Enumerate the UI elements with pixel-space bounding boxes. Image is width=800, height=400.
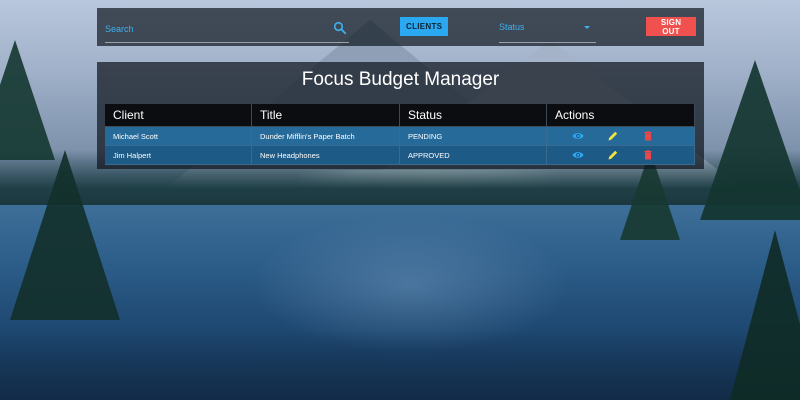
status-dropdown-label: Status xyxy=(499,22,525,32)
top-toolbar: CLIENTS Status SIGN OUT xyxy=(97,8,704,46)
status-dropdown[interactable]: Status xyxy=(499,18,596,43)
budgets-table: Client Title Status Actions Michael Scot… xyxy=(105,104,695,165)
cell-client: Michael Scott xyxy=(105,126,252,146)
pine-tree xyxy=(10,150,120,320)
table-row: Jim Halpert New Headphones APPROVED xyxy=(105,145,695,165)
column-header-client: Client xyxy=(105,104,252,127)
cell-client: Jim Halpert xyxy=(105,145,252,165)
cell-actions xyxy=(546,126,695,146)
column-header-actions: Actions xyxy=(546,104,695,127)
pencil-icon[interactable] xyxy=(607,130,619,142)
search-input[interactable] xyxy=(105,18,325,40)
pine-tree xyxy=(0,40,55,160)
trash-icon[interactable] xyxy=(642,149,654,161)
shore-shadow xyxy=(0,330,800,400)
background-landscape xyxy=(0,0,800,400)
sign-out-button[interactable]: SIGN OUT xyxy=(646,17,696,36)
eye-icon[interactable] xyxy=(572,130,584,142)
cell-status: PENDING xyxy=(399,126,547,146)
chevron-down-icon xyxy=(584,26,590,29)
cell-actions xyxy=(546,145,695,165)
column-header-status: Status xyxy=(399,104,547,127)
trash-icon[interactable] xyxy=(642,130,654,142)
budget-panel: Focus Budget Manager Client Title Status… xyxy=(97,62,704,169)
pencil-icon[interactable] xyxy=(607,149,619,161)
pine-tree xyxy=(730,230,800,400)
search-icon[interactable] xyxy=(333,21,347,35)
cell-title: New Headphones xyxy=(251,145,400,165)
pine-tree xyxy=(700,60,800,220)
cell-status: APPROVED xyxy=(399,145,547,165)
cell-title: Dunder Mifflin's Paper Batch xyxy=(251,126,400,146)
table-row: Michael Scott Dunder Mifflin's Paper Bat… xyxy=(105,126,695,146)
search-field xyxy=(105,18,349,43)
clients-button[interactable]: CLIENTS xyxy=(400,17,448,36)
eye-icon[interactable] xyxy=(572,149,584,161)
table-header-row: Client Title Status Actions xyxy=(105,104,695,127)
column-header-title: Title xyxy=(251,104,400,127)
page-title: Focus Budget Manager xyxy=(301,69,500,90)
